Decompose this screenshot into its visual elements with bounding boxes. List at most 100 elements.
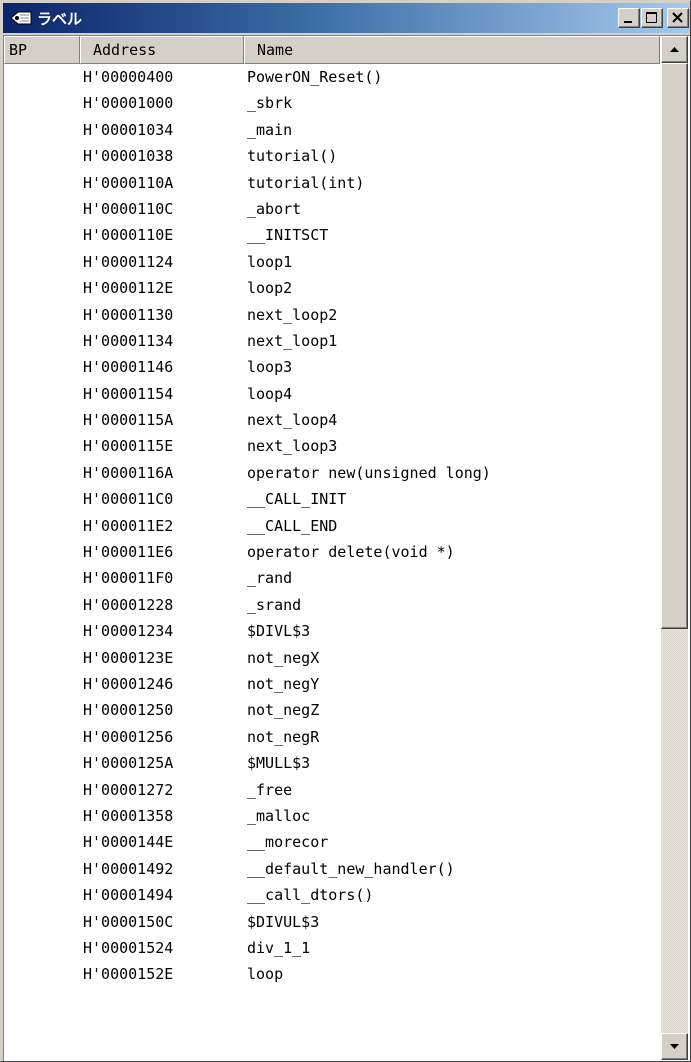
- label-row[interactable]: H'00001000 _sbrk: [4, 90, 660, 116]
- label-window-icon: [9, 10, 35, 26]
- label-name-cell: _sbrk: [247, 94, 293, 113]
- label-row[interactable]: H'00001146 loop3: [4, 354, 660, 380]
- label-row[interactable]: H'0000150C $DIVUL$3: [4, 909, 660, 935]
- maximize-button[interactable]: [641, 8, 663, 28]
- label-row[interactable]: H'00001034 _main: [4, 117, 660, 143]
- scroll-up-button[interactable]: [661, 36, 688, 63]
- vertical-scrollbar[interactable]: [661, 36, 688, 1060]
- label-name-cell: __morecor: [247, 833, 329, 852]
- label-row[interactable]: H'000011E6 operator delete(void *): [4, 539, 660, 565]
- address-cell: H'00001228: [83, 595, 174, 614]
- arrow-up-icon: [670, 47, 679, 52]
- label-name-cell: _main: [247, 120, 293, 139]
- label-name-cell: div_1_1: [247, 938, 311, 957]
- label-name-cell: operator delete(void *): [247, 543, 455, 562]
- label-row[interactable]: H'00001492 __default_new_handler(): [4, 856, 660, 882]
- address-cell: H'00001034: [83, 120, 174, 139]
- label-name-cell: next_loop3: [247, 437, 338, 456]
- label-name-cell: not_negZ: [247, 701, 320, 720]
- address-cell: H'0000152E: [83, 965, 174, 984]
- label-row[interactable]: H'00001272 _free: [4, 777, 660, 803]
- label-name-cell: PowerON_Reset(): [247, 68, 383, 86]
- address-cell: H'00001246: [83, 674, 174, 693]
- scrollbar-thumb[interactable]: [661, 63, 688, 629]
- column-header-name[interactable]: Name: [244, 36, 660, 64]
- label-name-cell: tutorial(int): [247, 173, 365, 192]
- label-name-cell: loop1: [247, 252, 293, 271]
- label-window: ラベル BP Address Name H'00000400 PowerON_Re…: [0, 0, 691, 1062]
- label-row[interactable]: H'00001524 div_1_1: [4, 935, 660, 961]
- label-row[interactable]: H'000011C0 __CALL_INIT: [4, 486, 660, 512]
- label-name-cell: not_negX: [247, 648, 320, 667]
- label-row[interactable]: H'00001358 _malloc: [4, 803, 660, 829]
- label-row[interactable]: H'00001234 $DIVL$3: [4, 618, 660, 644]
- label-row[interactable]: H'0000110C _abort: [4, 196, 660, 222]
- close-icon: [672, 12, 683, 23]
- label-row[interactable]: H'000011F0 _rand: [4, 565, 660, 591]
- label-row[interactable]: H'0000110A tutorial(int): [4, 170, 660, 196]
- label-row[interactable]: H'0000116A operator new(unsigned long): [4, 460, 660, 486]
- address-cell: H'00001146: [83, 358, 174, 377]
- label-name-cell: next_loop1: [247, 331, 338, 350]
- address-cell: H'00001038: [83, 147, 174, 166]
- arrow-down-icon: [670, 1044, 679, 1049]
- address-cell: H'00001272: [83, 780, 174, 799]
- address-cell: H'000011F0: [83, 569, 174, 588]
- address-cell: H'00001000: [83, 94, 174, 113]
- label-row[interactable]: H'0000112E loop2: [4, 275, 660, 301]
- column-header-address[interactable]: Address: [80, 36, 244, 64]
- label-row[interactable]: H'0000144E __morecor: [4, 829, 660, 855]
- minimize-button[interactable]: [618, 8, 640, 28]
- label-row[interactable]: H'00001250 not_negZ: [4, 697, 660, 723]
- label-row[interactable]: H'00001246 not_negY: [4, 671, 660, 697]
- label-name-cell: not_negR: [247, 727, 320, 746]
- label-name-cell: _malloc: [247, 806, 311, 825]
- address-cell: H'0000110E: [83, 226, 174, 245]
- column-header-bp[interactable]: BP: [4, 36, 80, 64]
- address-cell: H'00001130: [83, 305, 174, 324]
- address-cell: H'0000116A: [83, 463, 174, 482]
- address-cell: H'000011C0: [83, 490, 174, 509]
- address-cell: H'0000150C: [83, 912, 174, 931]
- label-name-cell: __call_dtors(): [247, 886, 374, 905]
- address-cell: H'0000123E: [83, 648, 174, 667]
- label-row[interactable]: H'00001256 not_negR: [4, 724, 660, 750]
- label-name-cell: __CALL_END: [247, 516, 338, 535]
- label-row[interactable]: H'00001038 tutorial(): [4, 143, 660, 169]
- label-name-cell: $DIVL$3: [247, 622, 311, 641]
- address-cell: H'00001494: [83, 886, 174, 905]
- label-row[interactable]: H'0000115E next_loop3: [4, 433, 660, 459]
- label-row[interactable]: H'0000110E __INITSCT: [4, 222, 660, 248]
- address-cell: H'00001358: [83, 806, 174, 825]
- title-bar[interactable]: ラベル: [3, 3, 690, 33]
- label-row[interactable]: H'00001130 next_loop2: [4, 302, 660, 328]
- label-name-cell: __CALL_INIT: [247, 490, 347, 509]
- label-row[interactable]: H'0000125A $MULL$3: [4, 750, 660, 776]
- label-row[interactable]: H'00001124 loop1: [4, 249, 660, 275]
- scroll-down-button[interactable]: [661, 1033, 688, 1060]
- label-name-cell: next_loop2: [247, 305, 338, 324]
- column-header: BP Address Name: [4, 36, 660, 64]
- label-name-cell: operator new(unsigned long): [247, 463, 491, 482]
- address-cell: H'00001250: [83, 701, 174, 720]
- label-row[interactable]: H'00001494 __call_dtors(): [4, 882, 660, 908]
- address-cell: H'0000112E: [83, 279, 174, 298]
- label-row[interactable]: H'000011E2 __CALL_END: [4, 513, 660, 539]
- label-row[interactable]: H'0000123E not_negX: [4, 645, 660, 671]
- label-row[interactable]: H'0000115A next_loop4: [4, 407, 660, 433]
- label-row[interactable]: H'00001134 next_loop1: [4, 328, 660, 354]
- address-cell: H'000011E6: [83, 543, 174, 562]
- label-name-cell: _srand: [247, 595, 302, 614]
- label-row[interactable]: H'00000400 PowerON_Reset(): [4, 64, 660, 90]
- address-cell: H'00001124: [83, 252, 174, 271]
- address-cell: H'0000110A: [83, 173, 174, 192]
- address-cell: H'00001234: [83, 622, 174, 641]
- label-list-panel: BP Address Name H'00000400 PowerON_Reset(…: [3, 35, 690, 1061]
- label-row[interactable]: H'00001154 loop4: [4, 381, 660, 407]
- label-name-cell: __INITSCT: [247, 226, 329, 245]
- label-name-cell: _free: [247, 780, 293, 799]
- address-cell: H'000011E2: [83, 516, 174, 535]
- label-row[interactable]: H'0000152E loop: [4, 961, 660, 987]
- label-row[interactable]: H'00001228 _srand: [4, 592, 660, 618]
- close-button[interactable]: [667, 8, 689, 28]
